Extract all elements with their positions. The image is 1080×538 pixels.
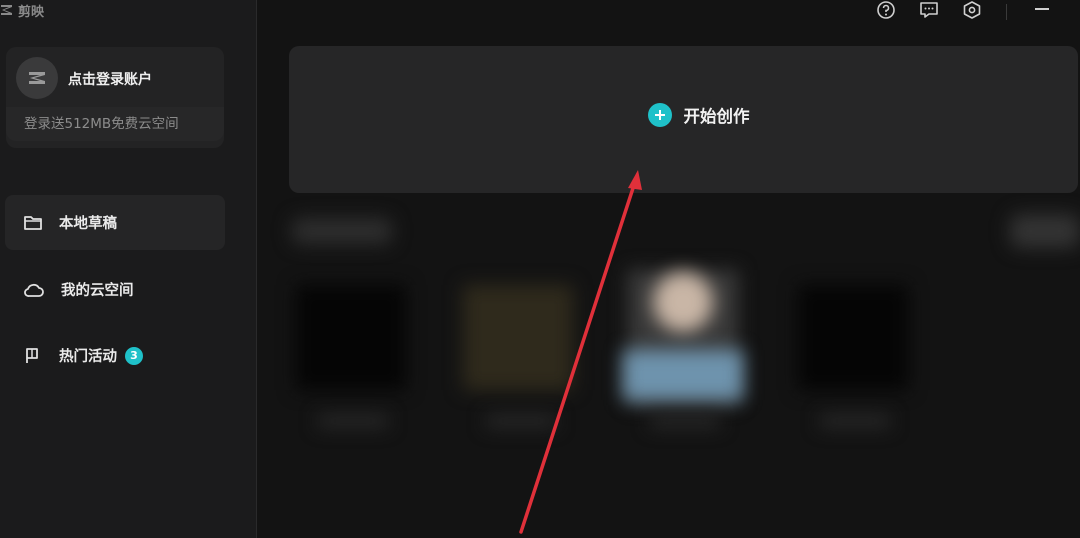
settings-button[interactable] (961, 0, 983, 22)
app-name: 剪映 (18, 4, 45, 20)
topbar-divider (1006, 4, 1007, 20)
app-logo: 剪映 (0, 0, 44, 20)
avatar[interactable] (16, 57, 58, 99)
notification-badge: 3 (125, 346, 143, 365)
blurred-button (1010, 214, 1080, 248)
start-creating-card[interactable]: 开始创作 (289, 46, 1078, 193)
blurred-face (653, 272, 713, 332)
flag-icon (26, 347, 38, 363)
plus-icon (647, 102, 672, 127)
start-creating-label: 开始创作 (683, 106, 750, 126)
cloud-promo[interactable]: 登录送512MB免费云空间 (6, 107, 224, 141)
minimize-button[interactable] (1035, 8, 1049, 10)
folder-icon (24, 215, 42, 230)
sidebar-item-label: 本地草稿 (59, 216, 117, 232)
blurred-caption (650, 415, 720, 427)
blurred-thumbnail (463, 285, 573, 390)
login-link[interactable]: 点击登录账户 (68, 69, 152, 89)
sidebar-item-local-drafts[interactable]: 本地草稿 (5, 195, 225, 250)
sidebar-item-cloud-space[interactable]: 我的云空间 (5, 262, 225, 317)
settings-icon (963, 1, 981, 19)
feedback-button[interactable] (918, 0, 940, 22)
blurred-caption (820, 415, 890, 427)
blurred-thumbnail (798, 285, 908, 390)
blurred-caption (318, 415, 388, 427)
sidebar: 剪映 点击登录账户 登录送512MB免费云空间 本地草稿 我的云空间 热门活动 … (0, 0, 257, 538)
blurred-body (623, 350, 743, 400)
help-icon (877, 1, 895, 19)
blurred-header (292, 218, 392, 244)
blurred-caption (486, 415, 556, 427)
blurred-thumbnail (296, 285, 406, 390)
capcut-avatar-icon (29, 72, 45, 84)
sidebar-item-hot-events[interactable]: 热门活动 3 (5, 328, 225, 383)
help-button[interactable] (875, 0, 897, 22)
sidebar-item-label: 热门活动 (59, 349, 117, 365)
feedback-icon (920, 2, 938, 18)
cloud-icon (24, 283, 44, 297)
drafts-area-blurred (258, 200, 1080, 538)
account-card[interactable]: 点击登录账户 登录送512MB免费云空间 (6, 47, 224, 148)
sidebar-item-label: 我的云空间 (61, 283, 134, 299)
capcut-logo-icon (1, 5, 12, 15)
